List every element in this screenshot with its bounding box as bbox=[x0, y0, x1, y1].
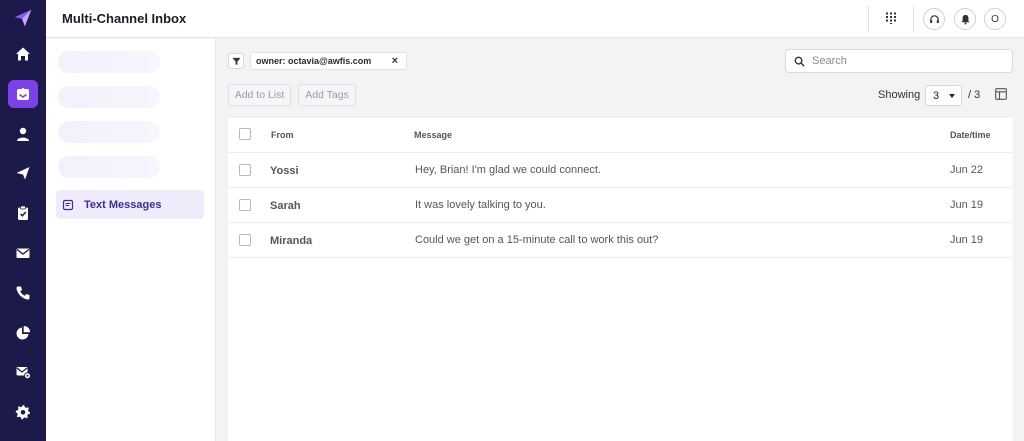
page-size-select[interactable]: 3 bbox=[925, 85, 962, 106]
clipboard-check-icon bbox=[18, 205, 28, 220]
nav-rail bbox=[0, 0, 46, 441]
filter-button[interactable] bbox=[228, 53, 244, 69]
columns-icon bbox=[995, 88, 1007, 100]
avatar-initial: O bbox=[991, 13, 999, 25]
filter-chip: owner: octavia@awfis.com × bbox=[250, 52, 407, 70]
page-size-value: 3 bbox=[933, 89, 940, 102]
nav-email-button[interactable] bbox=[8, 239, 38, 267]
column-header-message[interactable]: Message bbox=[414, 130, 452, 140]
top-bar: Multi-Channel Inbox O bbox=[46, 0, 1024, 38]
nav-email-settings-button[interactable] bbox=[8, 358, 38, 386]
nav-inbox-button[interactable] bbox=[8, 80, 38, 108]
message-icon bbox=[62, 199, 74, 211]
divider bbox=[868, 6, 869, 32]
support-button[interactable] bbox=[923, 8, 945, 30]
nav-contacts-button[interactable] bbox=[8, 120, 38, 148]
nav-settings-button[interactable] bbox=[8, 398, 38, 426]
mail-settings-icon bbox=[16, 367, 31, 380]
table-row[interactable]: Miranda Could we get on a 15-minute call… bbox=[228, 223, 1013, 258]
paper-plane-logo-icon[interactable] bbox=[11, 6, 35, 30]
sidebar-item-text-messages[interactable]: Text Messages bbox=[56, 190, 204, 219]
row-message: Could we get on a 15-minute call to work… bbox=[415, 234, 659, 246]
bell-icon bbox=[960, 14, 970, 24]
row-from: Miranda bbox=[270, 235, 313, 247]
home-icon bbox=[16, 47, 30, 61]
page-total: / 3 bbox=[968, 89, 981, 101]
nav-reports-button[interactable] bbox=[8, 319, 38, 347]
search-input[interactable] bbox=[812, 55, 1002, 67]
send-icon bbox=[16, 167, 30, 180]
nav-tasks-button[interactable] bbox=[8, 199, 38, 227]
column-header-from[interactable]: From bbox=[271, 130, 294, 140]
nav-home-button[interactable] bbox=[8, 40, 38, 68]
sidebar-item-label: Text Messages bbox=[84, 198, 162, 211]
table-header: From Message Date/time bbox=[228, 118, 1013, 153]
channel-panel: Text Messages bbox=[46, 39, 216, 441]
table-row[interactable]: Yossi Hey, Brian! I'm glad we could conn… bbox=[228, 153, 1013, 188]
mail-icon bbox=[16, 248, 30, 258]
column-header-date[interactable]: Date/time bbox=[950, 130, 991, 140]
user-icon bbox=[17, 127, 29, 141]
row-checkbox[interactable] bbox=[239, 234, 251, 246]
loading-placeholder bbox=[58, 51, 160, 73]
messages-table: From Message Date/time Yossi Hey, Brian!… bbox=[228, 118, 1013, 441]
chevron-down-icon bbox=[949, 94, 955, 98]
remove-filter-button[interactable]: × bbox=[392, 55, 398, 67]
select-all-checkbox[interactable] bbox=[239, 128, 251, 140]
loading-placeholder bbox=[58, 121, 160, 143]
row-message: It was lovely talking to you. bbox=[415, 199, 546, 211]
nav-calls-button[interactable] bbox=[8, 279, 38, 307]
search-box bbox=[785, 49, 1013, 73]
inbox-icon bbox=[17, 88, 29, 100]
loading-placeholder bbox=[58, 156, 160, 178]
add-tags-button[interactable]: Add Tags bbox=[298, 84, 356, 106]
apps-grid-button[interactable] bbox=[882, 9, 900, 27]
search-icon bbox=[794, 56, 805, 67]
row-checkbox[interactable] bbox=[239, 164, 251, 176]
showing-label: Showing bbox=[878, 89, 921, 101]
row-date: Jun 19 bbox=[950, 199, 984, 211]
page-title: Multi-Channel Inbox bbox=[62, 11, 187, 26]
gear-icon bbox=[15, 405, 30, 420]
headset-icon bbox=[929, 14, 939, 23]
table-row[interactable]: Sarah It was lovely talking to you. Jun … bbox=[228, 188, 1013, 223]
filter-chip-label: owner: octavia@awfis.com bbox=[256, 56, 372, 66]
row-from: Yossi bbox=[270, 165, 299, 177]
row-message: Hey, Brian! I'm glad we could connect. bbox=[415, 164, 601, 176]
nav-campaigns-button[interactable] bbox=[8, 159, 38, 187]
add-to-list-button[interactable]: Add to List bbox=[228, 84, 291, 106]
divider bbox=[913, 6, 914, 32]
avatar[interactable]: O bbox=[984, 8, 1006, 30]
apps-grid-icon bbox=[886, 12, 896, 24]
filter-icon bbox=[231, 57, 241, 65]
notifications-button[interactable] bbox=[954, 8, 976, 30]
columns-button[interactable] bbox=[995, 87, 1007, 100]
loading-placeholder bbox=[58, 86, 160, 108]
phone-icon bbox=[16, 286, 30, 300]
row-date: Jun 22 bbox=[950, 164, 984, 176]
row-checkbox[interactable] bbox=[239, 199, 251, 211]
row-from: Sarah bbox=[270, 200, 301, 212]
row-date: Jun 19 bbox=[950, 234, 984, 246]
pie-chart-icon bbox=[16, 325, 31, 340]
